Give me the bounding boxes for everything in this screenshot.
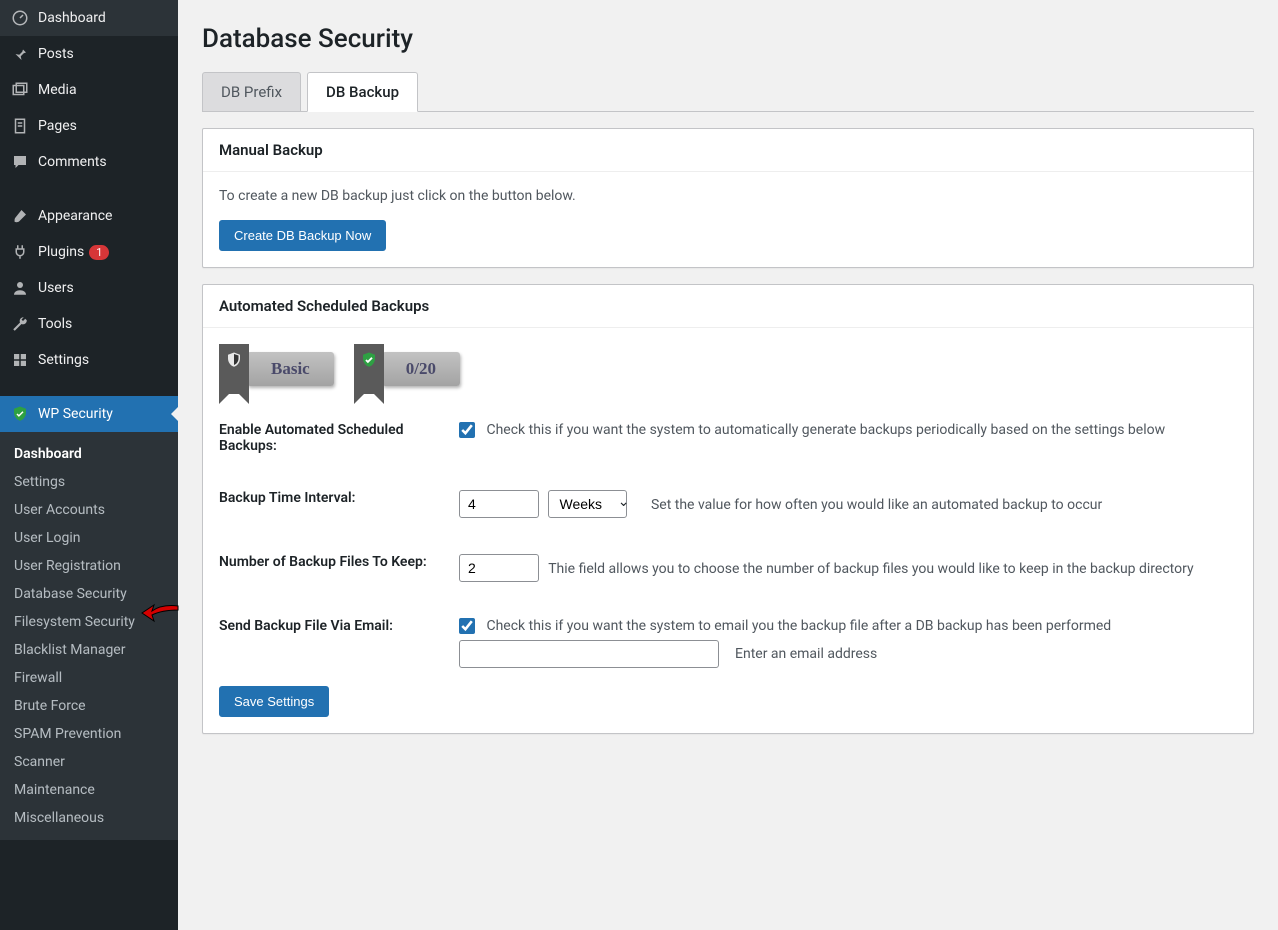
menu-item-posts[interactable]: Posts bbox=[0, 36, 178, 72]
checkbox-backup-email[interactable] bbox=[459, 618, 475, 634]
submenu-wp-security: DashboardSettingsUser AccountsUser Login… bbox=[0, 432, 178, 840]
menu-item-wp-security[interactable]: WP Security bbox=[0, 396, 178, 432]
submenu-item-user-registration[interactable]: User Registration bbox=[0, 552, 178, 580]
menu-item-appearance[interactable]: Appearance bbox=[0, 198, 178, 234]
menu-label: WP Security bbox=[38, 406, 113, 422]
page-title: Database Security bbox=[202, 24, 1254, 54]
submenu-item-filesystem-security[interactable]: Filesystem Security bbox=[0, 608, 178, 636]
user-icon bbox=[10, 278, 30, 298]
wrench-icon bbox=[10, 314, 30, 334]
menu-label: Pages bbox=[38, 118, 77, 134]
admin-sidebar: Dashboard Posts Media Pages Comments Appearan… bbox=[0, 0, 178, 930]
pin-icon bbox=[10, 44, 30, 64]
menu-label: Plugins bbox=[38, 244, 84, 260]
checkbox-enable-backups[interactable] bbox=[459, 422, 475, 438]
desc-backup-interval: Set the value for how often you would li… bbox=[651, 497, 1102, 513]
security-level-ribbons: Basic 0/20 bbox=[219, 344, 1237, 394]
menu-item-dashboard[interactable]: Dashboard bbox=[0, 0, 178, 36]
main-content: Database Security DB PrefixDB Backup Man… bbox=[178, 0, 1278, 930]
submenu-item-database-security[interactable]: Database Security bbox=[0, 580, 178, 608]
manual-backup-desc: To create a new DB backup just click on … bbox=[219, 188, 1237, 204]
submenu-item-miscellaneous[interactable]: Miscellaneous bbox=[0, 804, 178, 832]
submenu-item-brute-force[interactable]: Brute Force bbox=[0, 692, 178, 720]
desc-enable-backups: Check this if you want the system to aut… bbox=[486, 422, 1165, 438]
menu-label: Posts bbox=[38, 46, 74, 62]
input-backup-keep[interactable] bbox=[459, 554, 539, 582]
tab-db-prefix[interactable]: DB Prefix bbox=[202, 72, 301, 112]
menu-item-tools[interactable]: Tools bbox=[0, 306, 178, 342]
update-badge: 1 bbox=[89, 245, 109, 260]
menu-label: Appearance bbox=[38, 208, 112, 224]
submenu-item-maintenance[interactable]: Maintenance bbox=[0, 776, 178, 804]
menu-label: Users bbox=[38, 280, 74, 296]
input-backup-email[interactable] bbox=[459, 640, 719, 668]
label-enable-backups: Enable Automated Scheduled Backups: bbox=[219, 422, 459, 454]
save-settings-button[interactable]: Save Settings bbox=[219, 686, 329, 717]
brush-icon bbox=[10, 206, 30, 226]
menu-label: Media bbox=[38, 82, 77, 98]
submenu-item-dashboard[interactable]: Dashboard bbox=[0, 440, 178, 468]
plug-icon bbox=[10, 242, 30, 262]
security-score: 0/20 bbox=[382, 352, 460, 386]
label-backup-interval: Backup Time Interval: bbox=[219, 490, 459, 506]
submenu-item-user-accounts[interactable]: User Accounts bbox=[0, 496, 178, 524]
input-backup-interval[interactable] bbox=[459, 490, 539, 518]
settings-icon bbox=[10, 350, 30, 370]
security-level-basic: Basic bbox=[247, 352, 334, 386]
menu-item-plugins[interactable]: Plugins 1 bbox=[0, 234, 178, 270]
desc-backup-email: Check this if you want the system to ema… bbox=[486, 618, 1111, 634]
create-db-backup-button[interactable]: Create DB Backup Now bbox=[219, 220, 386, 251]
menu-item-comments[interactable]: Comments bbox=[0, 144, 178, 180]
menu-label: Settings bbox=[38, 352, 89, 368]
label-backup-email: Send Backup File Via Email: bbox=[219, 618, 459, 634]
menu-item-media[interactable]: Media bbox=[0, 72, 178, 108]
submenu-item-firewall[interactable]: Firewall bbox=[0, 664, 178, 692]
submenu-item-settings[interactable]: Settings bbox=[0, 468, 178, 496]
comment-icon bbox=[10, 152, 30, 172]
card-manual-backup: Manual Backup To create a new DB backup … bbox=[202, 128, 1254, 268]
page-icon bbox=[10, 116, 30, 136]
submenu-item-blacklist-manager[interactable]: Blacklist Manager bbox=[0, 636, 178, 664]
select-backup-interval-unit[interactable]: Weeks bbox=[548, 490, 627, 518]
dashboard-icon bbox=[10, 8, 30, 28]
menu-label: Comments bbox=[38, 154, 107, 170]
card-automated-backups: Automated Scheduled Backups Basic 0/20 bbox=[202, 284, 1254, 734]
card-heading: Automated Scheduled Backups bbox=[203, 285, 1253, 328]
menu-label: Dashboard bbox=[38, 10, 106, 26]
media-icon bbox=[10, 80, 30, 100]
card-heading: Manual Backup bbox=[203, 129, 1253, 172]
desc-backup-keep: Thie field allows you to choose the numb… bbox=[548, 561, 1193, 577]
submenu-item-user-login[interactable]: User Login bbox=[0, 524, 178, 552]
tab-db-backup[interactable]: DB Backup bbox=[307, 72, 418, 112]
shield-check-icon bbox=[354, 344, 384, 394]
tabs: DB PrefixDB Backup bbox=[202, 72, 1254, 112]
menu-item-pages[interactable]: Pages bbox=[0, 108, 178, 144]
email-placeholder-note: Enter an email address bbox=[735, 646, 877, 662]
submenu-item-scanner[interactable]: Scanner bbox=[0, 748, 178, 776]
label-backup-keep: Number of Backup Files To Keep: bbox=[219, 554, 459, 570]
menu-label: Tools bbox=[38, 316, 72, 332]
shield-icon bbox=[10, 404, 30, 424]
submenu-item-spam-prevention[interactable]: SPAM Prevention bbox=[0, 720, 178, 748]
shield-icon bbox=[219, 344, 249, 394]
menu-item-settings[interactable]: Settings bbox=[0, 342, 178, 378]
menu-item-users[interactable]: Users bbox=[0, 270, 178, 306]
